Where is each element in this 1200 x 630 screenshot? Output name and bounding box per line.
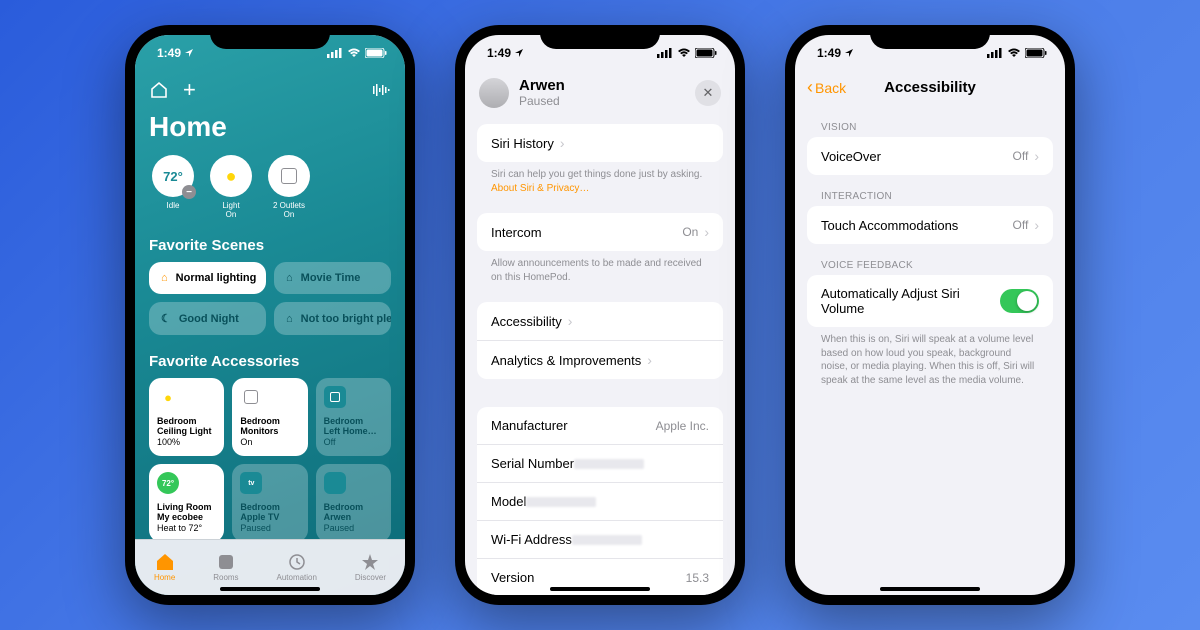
row-voiceover[interactable]: VoiceOverOff› [807,137,1053,175]
homepod-icon [324,472,346,494]
scene-not-too-bright[interactable]: ⌂Not too bright please [274,302,391,335]
notch [870,25,990,49]
home-indicator[interactable] [220,587,320,591]
broadcast-icon[interactable] [371,82,391,98]
siri-privacy-link[interactable]: About Siri & Privacy… [491,183,589,194]
row-intercom[interactable]: IntercomOn› [477,213,723,251]
signal-icon [327,48,343,58]
moon-icon: ☾ [161,312,171,325]
row-wifi-address: Wi-Fi Address [477,521,723,559]
wifi-icon [677,48,691,58]
home-icon[interactable] [149,80,169,100]
battery-icon [695,48,717,58]
chevron-right-icon: › [1034,148,1039,164]
scene-normal-lighting[interactable]: ⌂Normal lighting [149,262,266,294]
notch [540,25,660,49]
home-nav: + [149,77,391,103]
page-title: Accessibility [884,79,976,96]
status-pills: 72°− Idle ● Light On 2 Outlets On [149,155,391,219]
outlet-icon [281,168,297,184]
battery-icon [365,48,387,58]
chevron-right-icon: › [704,224,709,240]
notch [210,25,330,49]
section-voice-feedback: Voice Feedback [807,244,1053,275]
chevron-right-icon: › [560,135,565,151]
auto-volume-footer: When this is on, Siri will speak at a vo… [807,327,1053,393]
home-indicator[interactable] [880,587,980,591]
tile-ceiling-light[interactable]: ● BedroomCeiling Light100% [149,378,224,456]
outlet-icon [240,386,262,408]
battery-icon [1025,48,1047,58]
house-icon: ⌂ [286,272,293,284]
tile-left-home[interactable]: BedroomLeft Home…Off [316,378,391,456]
thermostat-icon: 72° [157,472,179,494]
redacted-value [572,535,642,545]
page-title: Home [149,111,391,143]
scene-movie-time[interactable]: ⌂Movie Time [274,262,391,294]
redacted-value [574,459,644,469]
row-serial: Serial Number [477,445,723,483]
chevron-right-icon: › [568,313,573,329]
tab-home[interactable]: Home [154,553,175,582]
home-indicator[interactable] [550,587,650,591]
bulb-icon: ● [157,386,179,408]
phone-accessibility: 1:49 ‹Back Accessibility Vision VoiceOve… [785,25,1075,605]
climate-pill[interactable]: 72°− [152,155,194,197]
row-auto-siri-volume: Automatically Adjust Siri Volume [807,275,1053,327]
device-header: Arwen Paused ✕ [465,71,735,120]
tab-discover[interactable]: Discover [355,553,386,582]
house-icon: ⌂ [161,272,168,284]
tab-automation[interactable]: Automation [276,553,316,582]
row-model: Model [477,483,723,521]
toggle-auto-volume[interactable] [1000,289,1039,313]
add-button[interactable]: + [183,77,196,103]
tile-ecobee[interactable]: 72° Living RoomMy ecobeeHeat to 72° [149,464,224,539]
chevron-right-icon: › [647,352,652,368]
house-icon: ⌂ [286,313,293,325]
nav-bar: ‹Back Accessibility [795,71,1065,106]
tile-monitors[interactable]: BedroomMonitorsOn [232,378,307,456]
homepod-icon [479,78,509,108]
signal-icon [657,48,673,58]
tile-arwen[interactable]: BedroomArwenPaused [316,464,391,539]
phone-home: 1:49 + Home 72°− Idle [125,25,415,605]
signal-icon [987,48,1003,58]
row-manufacturer: ManufacturerApple Inc. [477,407,723,445]
row-siri-history[interactable]: Siri History› [477,124,723,162]
row-touch-accommodations[interactable]: Touch AccommodationsOff› [807,206,1053,244]
close-button[interactable]: ✕ [695,80,721,106]
wifi-icon [347,48,361,58]
status-time: 1:49 [157,46,181,60]
siri-footer: Siri can help you get things done just b… [477,162,723,201]
scenes-header: Favorite Scenes [149,237,391,254]
wifi-icon [1007,48,1021,58]
phone-device-settings: 1:49 Arwen Paused ✕ Siri History› Sir [455,25,745,605]
section-interaction: Interaction [807,175,1053,206]
section-vision: Vision [807,106,1053,137]
back-button[interactable]: ‹Back [807,77,846,98]
tile-apple-tv[interactable]: tv BedroomApple TVPaused [232,464,307,539]
device-name: Arwen [519,77,565,94]
bulb-icon: ● [226,166,237,187]
location-icon [184,48,194,58]
chevron-left-icon: ‹ [807,77,813,98]
row-analytics[interactable]: Analytics & Improvements› [477,341,723,379]
outlet-icon [324,386,346,408]
redacted-value [526,497,596,507]
scene-good-night[interactable]: ☾Good Night [149,302,266,335]
chevron-right-icon: › [1034,217,1039,233]
accessories-header: Favorite Accessories [149,353,391,370]
device-status: Paused [519,94,565,108]
intercom-footer: Allow announcements to be made and recei… [477,251,723,290]
outlet-pill[interactable] [268,155,310,197]
tab-rooms[interactable]: Rooms [213,553,238,582]
row-accessibility[interactable]: Accessibility› [477,302,723,341]
light-pill[interactable]: ● [210,155,252,197]
appletv-icon: tv [240,472,262,494]
location-icon [514,48,524,58]
location-icon [844,48,854,58]
